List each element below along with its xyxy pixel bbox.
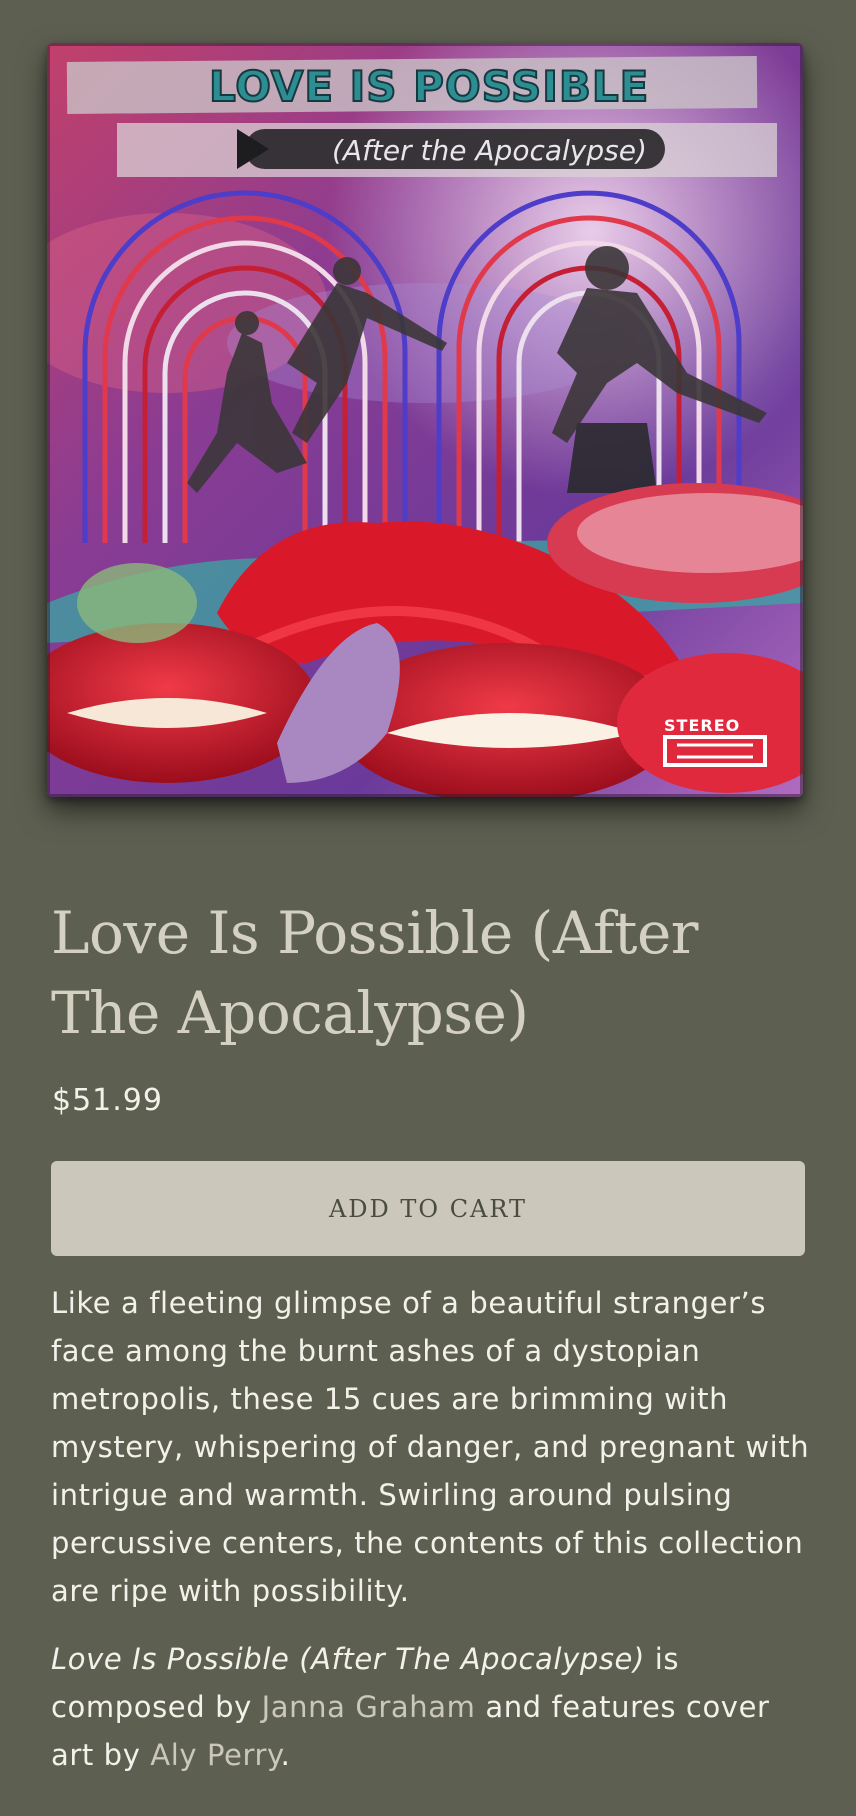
composer-link[interactable]: Janna Graham [262,1690,476,1724]
cover-subtitle-text: (After the Apocalypse) [332,134,647,167]
svg-text:STEREO: STEREO [664,716,740,735]
product-description: Like a fleeting glimpse of a beautiful s… [51,1279,811,1779]
cover-title-text: LOVE IS POSSIBLE [209,62,649,111]
description-paragraph: Like a fleeting glimpse of a beautiful s… [51,1286,810,1608]
album-cover-image: LOVE IS POSSIBLE (After the Apocalypse) [47,43,803,797]
product-price: $51.99 [52,1083,163,1118]
product-title: Love Is Possible (After The Apocalypse) [51,899,699,1047]
album-cover-art: LOVE IS POSSIBLE (After the Apocalypse) [47,43,803,797]
credits-text-end: . [280,1738,291,1772]
cover-artist-link[interactable]: Aly Perry [150,1738,280,1772]
add-to-cart-button[interactable]: ADD TO CART [51,1161,805,1256]
credits-paragraph: Love Is Possible (After The Apocalypse) … [51,1635,811,1779]
album-title-italic: Love Is Possible (After The Apocalypse) [51,1642,645,1676]
